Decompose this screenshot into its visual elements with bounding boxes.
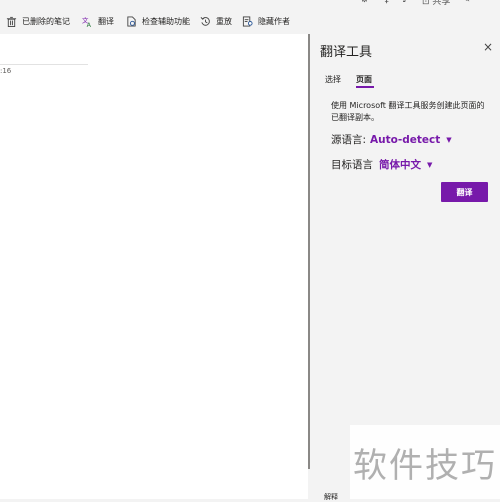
ribbon-toolbar: 已删除的笔记 文A 翻译 检查辅助功能 重放 隐藏作者 [0,8,500,34]
bottom-partial-label: 解释 [324,493,338,501]
watermark-text: 软件技巧 [353,445,497,486]
share-icon: ⊡ [422,0,430,7]
accessibility-check-button[interactable]: 检查辅助功能 [124,10,196,32]
replay-button[interactable]: 重放 [198,10,238,32]
pane-description: 使用 Microsoft 翻译工具服务创建此页面的已翻译副本。 [331,101,485,122]
tab-selected-indicator [356,86,374,88]
hide-authors-button[interactable]: 隐藏作者 [240,10,296,32]
tab-page[interactable]: 页面 [356,74,372,85]
translate-icon: 文A [82,16,92,27]
svg-text:A: A [87,21,92,27]
note-title-underline [0,64,88,65]
translate-ribbon-label: 翻译 [98,16,114,26]
translate-button[interactable]: 翻译 [441,182,488,202]
trash-icon [6,16,17,27]
target-language-row: 目标语言 简体中文 ▼ [331,157,432,172]
accessibility-check-icon [127,15,136,27]
deleted-notes-button[interactable]: 已删除的笔记 [4,10,76,32]
bell-icon[interactable]: ♪ [402,0,408,5]
note-canvas[interactable]: :16 [0,34,308,499]
pane-title: 翻译工具 [320,45,373,60]
top-strip: ⚙ ♀ ♪ ⊡ 共享 ✎ [0,0,500,8]
share-label: 共享 [432,0,451,7]
chevron-down-icon[interactable]: ▼ [446,136,451,144]
target-language-label: 目标语言 [331,159,373,171]
source-language-label: 源语言: [331,134,367,146]
source-language-dropdown[interactable]: Auto-detect [370,134,440,146]
deleted-notes-label: 已删除的笔记 [22,16,70,26]
watermark: 软件技巧 [350,425,500,499]
settings-icon[interactable]: ⚙ [360,0,369,5]
replay-label: 重放 [216,16,232,26]
close-icon[interactable]: × [483,40,493,54]
hide-authors-icon [242,15,253,27]
target-language-dropdown[interactable]: 简体中文 [379,157,421,172]
note-timestamp: :16 [0,67,12,75]
accessibility-check-label: 检查辅助功能 [142,16,190,26]
translate-ribbon-button[interactable]: 文A 翻译 [80,10,120,32]
pen-icon[interactable]: ✎ [462,0,470,5]
replay-icon [200,16,210,26]
source-language-row: 源语言: Auto-detect ▼ [331,132,452,147]
lightbulb-icon[interactable]: ♀ [383,0,390,5]
tab-selection[interactable]: 选择 [325,74,341,85]
share-button[interactable]: ⊡ 共享 [422,0,450,7]
chevron-down-icon[interactable]: ▼ [427,161,432,169]
hide-authors-label: 隐藏作者 [258,16,290,26]
